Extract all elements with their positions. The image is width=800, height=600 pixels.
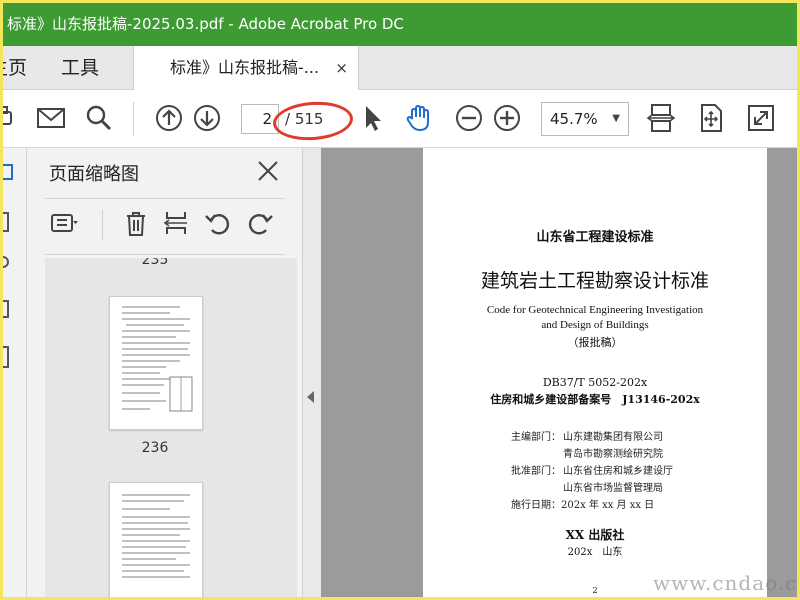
toolbar-separator [133, 102, 134, 136]
rotate-counterclockwise-icon[interactable] [203, 208, 233, 238]
panel-title: 页面缩略图 [49, 164, 139, 185]
document-publisher: XX 出版社 [565, 528, 625, 542]
thumbnail-page-236[interactable] [109, 296, 203, 430]
next-page-icon[interactable] [191, 102, 223, 134]
chevron-down-icon: ▼ [612, 113, 620, 124]
document-view[interactable]: 山东省工程建设标准 建筑岩土工程勘察设计标准 Code for Geotechn… [321, 148, 797, 597]
document-draft-label: （报批稿） [567, 336, 623, 349]
panel-divider [45, 198, 285, 199]
document-org: 山东省工程建设标准 [536, 230, 654, 245]
fit-width-icon[interactable] [645, 102, 677, 134]
toolbar: 2 / 515 45.7% ▼ [3, 90, 797, 148]
rotate-clockwise-icon[interactable] [245, 208, 275, 238]
tab-bar: 主页 工具 标准》山东报批稿-... × [3, 46, 797, 91]
close-tab-icon[interactable]: × [335, 46, 348, 90]
document-code: DB37/T 5052-202x [542, 376, 648, 389]
approver-label: 批准部门： [511, 466, 561, 477]
signatures-nav-icon[interactable] [3, 346, 9, 368]
print-icon[interactable] [3, 102, 17, 134]
select-pointer-icon[interactable] [357, 102, 389, 134]
fit-page-icon[interactable] [695, 102, 727, 134]
zoom-level-value: 45.7% [550, 110, 598, 128]
collapse-panel-handle[interactable] [303, 148, 321, 597]
watermark: www.cndao.c [653, 571, 798, 595]
chief-editor-1: 山东建勘集团有限公司 [563, 432, 663, 443]
zoom-in-icon[interactable] [491, 102, 523, 134]
panel-toolbar-separator [102, 210, 103, 240]
panel-divider [45, 254, 285, 255]
search-icon[interactable] [83, 102, 115, 134]
thumbnail-page-label: 236 [141, 440, 169, 456]
attachments-nav-icon[interactable] [3, 256, 9, 268]
window-title: 标准》山东报批稿-2025.03.pdf - Adobe Acrobat Pro… [7, 15, 404, 33]
app-window: 标准》山东报批稿-2025.03.pdf - Adobe Acrobat Pro… [0, 0, 800, 600]
zoom-out-icon[interactable] [453, 102, 485, 134]
chief-editor-label: 主编部门： [511, 432, 561, 443]
bookmarks-nav-icon[interactable] [3, 212, 9, 232]
page-thumbnails-nav-icon[interactable] [3, 164, 13, 180]
navigation-pane-strip [3, 148, 27, 597]
approver-2: 山东省市场监督管理局 [563, 483, 663, 494]
zoom-level-select[interactable]: 45.7% ▼ [541, 102, 629, 136]
menu-home[interactable]: 主页 [3, 46, 27, 90]
chief-editor-2: 青岛市勘察测绘研究院 [563, 449, 663, 460]
full-screen-icon[interactable] [745, 102, 777, 134]
email-icon[interactable] [35, 102, 67, 134]
layers-nav-icon[interactable] [3, 300, 9, 318]
document-record-number: 住房和城乡建设部备案号 J13146-202x [490, 393, 700, 406]
document-english-title-1: Code for Geotechnical Engineering Invest… [486, 304, 704, 316]
previous-page-icon[interactable] [153, 102, 185, 134]
approver-1: 山东省住房和城乡建设厅 [563, 466, 673, 477]
chevron-left-icon [307, 391, 314, 403]
close-panel-icon[interactable] [255, 158, 281, 184]
document-publish-year: 202x 山东 [567, 547, 623, 558]
document-tab[interactable]: 标准》山东报批稿-... × [133, 46, 359, 91]
hand-tool-icon[interactable] [403, 102, 435, 134]
thumbnail-options-icon[interactable] [49, 208, 79, 238]
effective-date: 施行日期：202x 年 xx 月 xx 日 [511, 500, 655, 511]
thumbnail-page-label: 235 [141, 258, 169, 268]
document-tab-label: 标准》山东报批稿-... [170, 58, 320, 77]
thumbnail-page-237[interactable] [109, 482, 203, 597]
title-bar: 标准》山东报批稿-2025.03.pdf - Adobe Acrobat Pro… [3, 3, 797, 46]
document-title: 建筑岩土工程勘察设计标准 [480, 270, 709, 292]
document-english-title-2: and Design of Buildings [541, 319, 649, 331]
menu-tools[interactable]: 工具 [61, 46, 99, 90]
thumbnail-list: 235 236 [45, 258, 297, 597]
page-thumbnails-panel: 页面缩略图 235 236 [27, 148, 303, 597]
insert-page-icon[interactable] [161, 208, 191, 238]
document-page: 山东省工程建设标准 建筑岩土工程勘察设计标准 Code for Geotechn… [423, 148, 767, 597]
delete-page-icon[interactable] [121, 208, 151, 238]
